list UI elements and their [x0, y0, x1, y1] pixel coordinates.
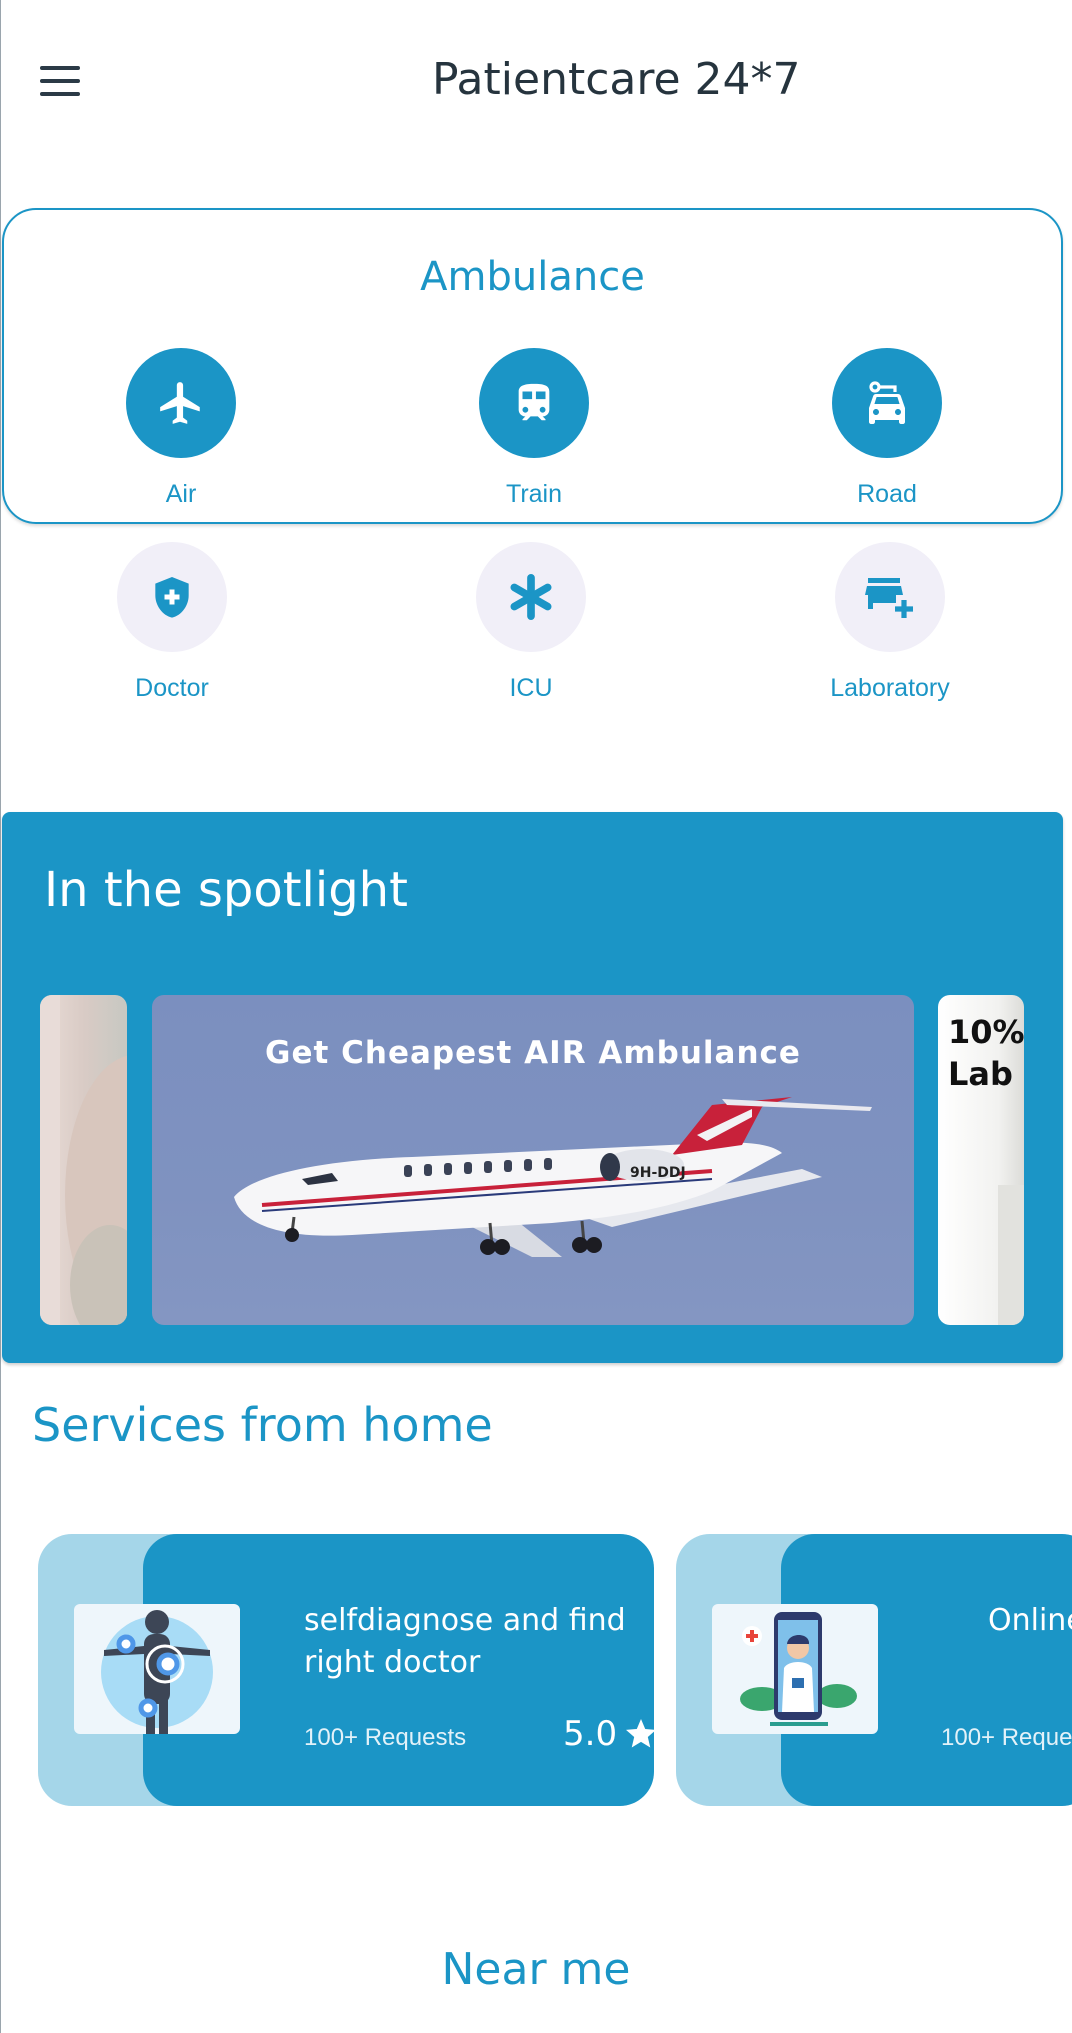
ambulance-road[interactable]: Road [807, 348, 967, 509]
store-plus-icon [835, 542, 945, 652]
train-icon [479, 348, 589, 458]
ambulance-train-label: Train [505, 480, 563, 508]
ambulance-card: Ambulance Air Train Road [2, 208, 1063, 524]
service-icu[interactable]: ICU [431, 542, 631, 703]
spotlight-banner-air-ambulance[interactable]: Get Cheapest AIR Ambulance 9H-DDJ [152, 995, 914, 1325]
service-card-online[interactable]: Online 100+ Reque [676, 1534, 1072, 1806]
spotlight-banner-next[interactable]: 10% Lab [938, 995, 1024, 1325]
spotlight-section: In the spotlight Get Cheapest AIR Ambula… [2, 812, 1063, 1363]
jet-image: 9H-DDJ [234, 1097, 872, 1257]
ambulance-road-label: Road [857, 480, 917, 508]
app-header: Patientcare 24*7 [0, 0, 1072, 168]
body-diagnosis-illustration [74, 1604, 240, 1734]
ambulance-air[interactable]: Air [101, 348, 261, 509]
spotlight-banner-previous[interactable] [40, 995, 127, 1325]
service-icu-label: ICU [509, 674, 553, 702]
app-title: Patientcare 24*7 [432, 54, 801, 105]
shield-plus-icon [117, 542, 227, 652]
near-me-heading[interactable]: Near me [0, 1944, 1072, 1995]
car-icon [832, 348, 942, 458]
service-laboratory-label: Laboratory [830, 674, 950, 702]
ambulance-train[interactable]: Train [454, 348, 614, 509]
left-edge [0, 0, 1, 2033]
service-laboratory[interactable]: Laboratory [790, 542, 990, 703]
service-card-rating: 5.0 [563, 1714, 654, 1754]
service-card-title: Online [988, 1603, 1072, 1638]
service-doctor[interactable]: Doctor [72, 542, 272, 703]
star-icon [626, 1719, 654, 1748]
menu-icon[interactable] [40, 66, 84, 100]
svg-text:9H-DDJ: 9H-DDJ [630, 1165, 686, 1181]
service-card-requests: 100+ Reque [941, 1724, 1072, 1751]
service-card-title: selfdiagnose and find right doctor [304, 1603, 626, 1680]
rating-value: 5.0 [563, 1714, 618, 1754]
ambulance-title: Ambulance [420, 254, 645, 300]
banner-next-decoration [998, 1185, 1024, 1325]
service-card-selfdiagnose[interactable]: selfdiagnose and find right doctor 100+ … [38, 1534, 654, 1806]
service-card-requests: 100+ Requests [304, 1724, 467, 1751]
person-photo-fragment [40, 995, 127, 1325]
online-doctor-illustration [712, 1604, 878, 1734]
services-from-home-title: Services from home [32, 1398, 493, 1452]
airplane-icon [126, 348, 236, 458]
service-doctor-label: Doctor [135, 674, 209, 702]
ambulance-air-label: Air [165, 480, 197, 508]
asterisk-icon [476, 542, 586, 652]
spotlight-title: In the spotlight [44, 862, 408, 918]
